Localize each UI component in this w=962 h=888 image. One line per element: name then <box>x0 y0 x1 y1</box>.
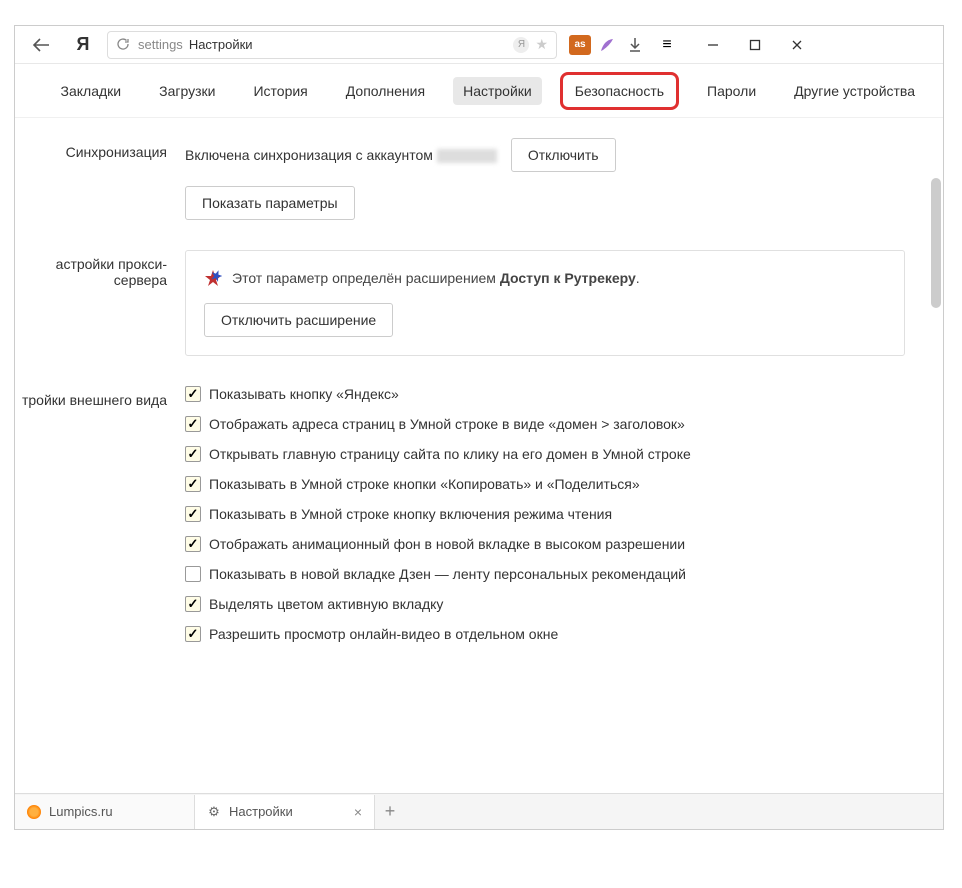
checkbox[interactable] <box>185 416 201 432</box>
scrollbar-thumb[interactable] <box>931 178 941 308</box>
appearance-option: Показывать в новой вкладке Дзен — ленту … <box>185 566 913 582</box>
checkbox[interactable] <box>185 506 201 522</box>
checkbox-label: Разрешить просмотр онлайн-видео в отдель… <box>209 626 558 642</box>
extension-lastfm-icon[interactable]: as <box>569 35 591 55</box>
disable-extension-button[interactable]: Отключить расширение <box>204 303 393 337</box>
checkbox-label: Показывать кнопку «Яндекс» <box>209 386 399 402</box>
section-appearance: тройки внешнего вида Показывать кнопку «… <box>15 386 943 656</box>
appearance-option: Открывать главную страницу сайта по клик… <box>185 446 913 462</box>
downloads-icon[interactable] <box>621 37 649 53</box>
new-tab-button[interactable]: + <box>375 801 405 822</box>
sync-status-text: Включена синхронизация с аккаунтом <box>185 147 497 163</box>
favicon-icon <box>27 805 41 819</box>
titlebar: Я settings Настройки Я ★ as ≡ <box>15 26 943 64</box>
sync-disable-button[interactable]: Отключить <box>511 138 616 172</box>
tab-history[interactable]: История <box>243 77 317 105</box>
checkbox-label: Открывать главную страницу сайта по клик… <box>209 446 691 462</box>
extension-star-icon <box>204 269 222 287</box>
content-area: Синхронизация Включена синхронизация с а… <box>15 118 943 793</box>
browser-window: Я settings Настройки Я ★ as ≡ <box>14 25 944 830</box>
address-bar[interactable]: settings Настройки Я ★ <box>107 31 557 59</box>
maximize-button[interactable] <box>735 31 775 59</box>
extension-icons: as <box>569 35 617 55</box>
tab-label: Настройки <box>229 804 293 819</box>
checkbox[interactable] <box>185 386 201 402</box>
tab-other-devices[interactable]: Другие устройства <box>784 77 925 105</box>
checkbox[interactable] <box>185 536 201 552</box>
checkbox-label: Показывать в новой вкладке Дзен — ленту … <box>209 566 686 582</box>
section-sync: Синхронизация Включена синхронизация с а… <box>15 138 943 220</box>
tab-close-icon[interactable]: × <box>354 804 362 820</box>
settings-nav-tabs: Закладки Загрузки История Дополнения Нас… <box>15 64 943 118</box>
tab-security[interactable]: Безопасность <box>560 72 679 110</box>
browser-tab-lumpics[interactable]: Lumpics.ru <box>15 795 195 829</box>
account-name-blurred <box>437 149 497 163</box>
checkbox[interactable] <box>185 626 201 642</box>
minimize-button[interactable] <box>693 31 733 59</box>
appearance-option: Показывать кнопку «Яндекс» <box>185 386 913 402</box>
yandex-logo[interactable]: Я <box>69 31 97 59</box>
appearance-option: Выделять цветом активную вкладку <box>185 596 913 612</box>
appearance-option: Показывать в Умной строке кнопки «Копиро… <box>185 476 913 492</box>
appearance-option: Отображать адреса страниц в Умной строке… <box>185 416 913 432</box>
checkbox-label: Отображать анимационный фон в новой вкла… <box>209 536 685 552</box>
address-prefix: settings <box>138 37 183 52</box>
sync-show-params-button[interactable]: Показать параметры <box>185 186 355 220</box>
tab-label: Lumpics.ru <box>49 804 113 819</box>
proxy-info-text: Этот параметр определён расширением Дост… <box>232 270 640 286</box>
browser-tab-settings[interactable]: ⚙ Настройки × <box>195 795 375 829</box>
checkbox[interactable] <box>185 446 201 462</box>
checkbox-label: Выделять цветом активную вкладку <box>209 596 443 612</box>
bookmark-star-icon[interactable]: ★ <box>535 36 548 53</box>
section-label-sync: Синхронизация <box>15 138 185 220</box>
tab-bookmarks[interactable]: Закладки <box>51 77 132 105</box>
address-title: Настройки <box>189 37 253 52</box>
appearance-option: Показывать в Умной строке кнопку включен… <box>185 506 913 522</box>
checkbox-label: Показывать в Умной строке кнопку включен… <box>209 506 612 522</box>
browser-tab-bar: Lumpics.ru ⚙ Настройки × + <box>15 793 943 829</box>
menu-icon[interactable]: ≡ <box>653 36 681 54</box>
tab-addons[interactable]: Дополнения <box>336 77 435 105</box>
checkbox-label: Отображать адреса страниц в Умной строке… <box>209 416 685 432</box>
back-button[interactable] <box>23 31 59 59</box>
gear-icon: ⚙ <box>207 805 221 819</box>
close-button[interactable] <box>777 31 817 59</box>
section-proxy: астройки прокси-сервера Этот параметр оп… <box>15 250 943 356</box>
proxy-extension-box: Этот параметр определён расширением Дост… <box>185 250 905 356</box>
tab-downloads[interactable]: Загрузки <box>149 77 225 105</box>
section-label-proxy: астройки прокси-сервера <box>15 250 185 356</box>
tab-settings[interactable]: Настройки <box>453 77 542 105</box>
checkbox[interactable] <box>185 566 201 582</box>
checkbox[interactable] <box>185 476 201 492</box>
appearance-option: Отображать анимационный фон в новой вкла… <box>185 536 913 552</box>
appearance-option: Разрешить просмотр онлайн-видео в отдель… <box>185 626 913 642</box>
checkbox-label: Показывать в Умной строке кнопки «Копиро… <box>209 476 640 492</box>
extension-feather-icon[interactable] <box>597 35 617 55</box>
section-label-appearance: тройки внешнего вида <box>15 386 185 656</box>
checkbox[interactable] <box>185 596 201 612</box>
tab-passwords[interactable]: Пароли <box>697 77 766 105</box>
refresh-icon[interactable] <box>116 37 132 53</box>
yandex-search-icon[interactable]: Я <box>513 37 529 53</box>
